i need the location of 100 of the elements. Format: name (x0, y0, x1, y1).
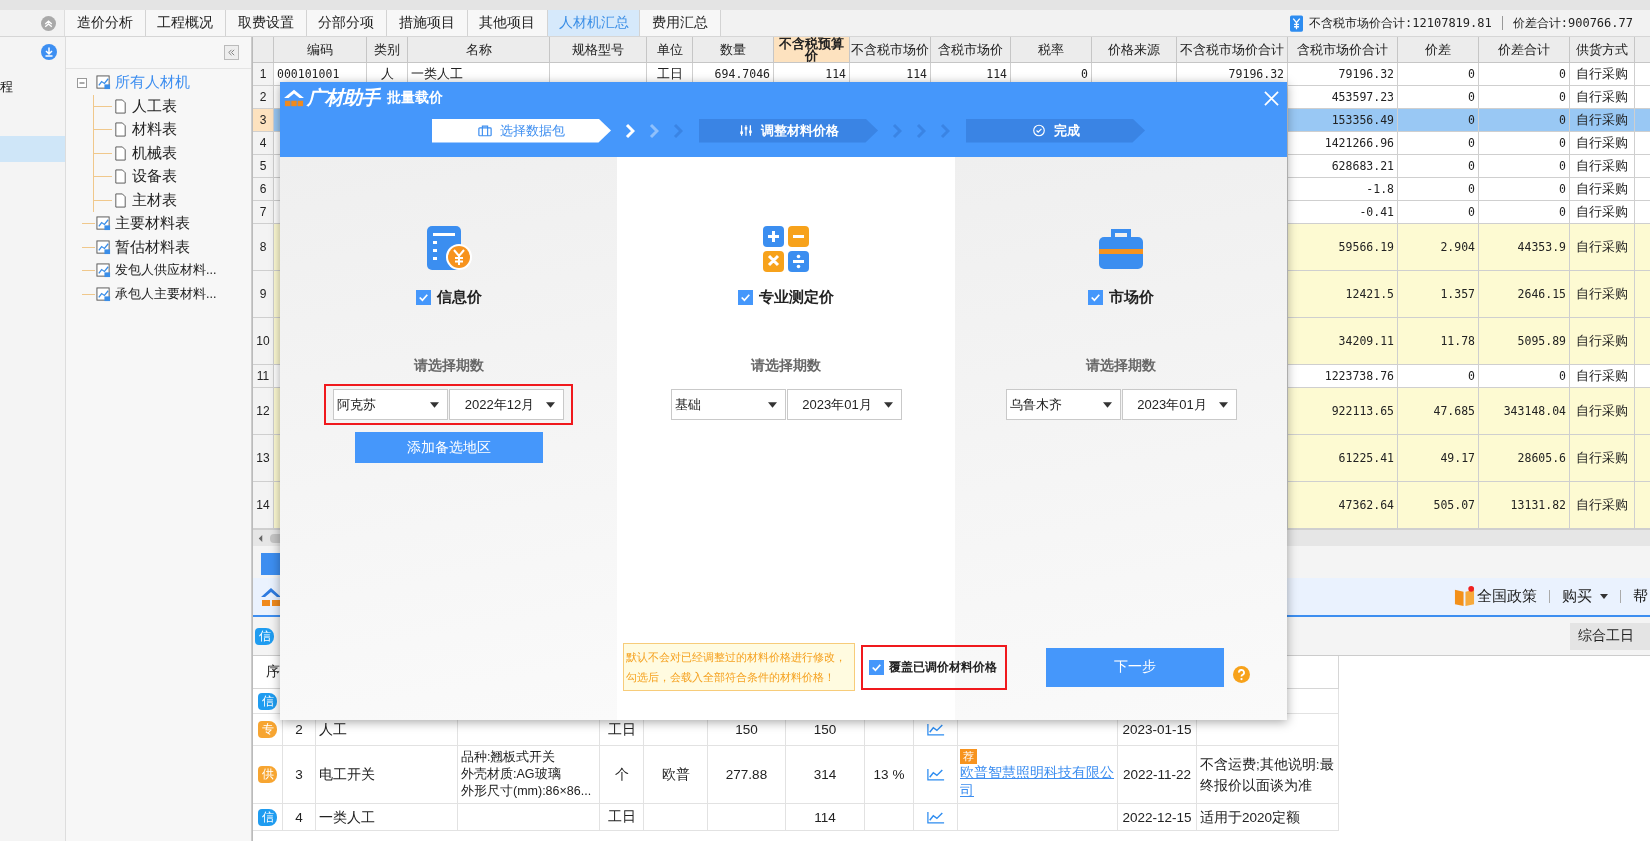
tree-item[interactable]: 机械表 (132, 143, 177, 163)
table-cell-text: 适用于2020定额 (1200, 808, 1301, 827)
table-cell-text: 一类人工 (319, 808, 375, 827)
buy-menu[interactable]: 购买 (1560, 587, 1610, 606)
tab[interactable]: 费用汇总 (640, 10, 721, 36)
period-dropdown[interactable]: 2022年12月 (449, 389, 564, 420)
region-dropdown[interactable]: 阿克苏 (333, 389, 448, 420)
row-number: 9 (253, 271, 274, 318)
row-number: 14 (253, 482, 274, 529)
column-header[interactable]: 规格型号 (550, 37, 647, 63)
document-icon (113, 169, 128, 185)
source-badge: 专 (258, 721, 277, 738)
tree-item[interactable]: 发包人供应材料... (115, 262, 217, 280)
table-cell: 277.88 (725, 767, 768, 782)
row-number: 6 (253, 178, 274, 201)
sidebar-item[interactable]: 程 (0, 75, 65, 99)
trend-chart-icon[interactable] (926, 768, 945, 781)
sliders-icon (738, 124, 753, 137)
column-header[interactable]: 编码 (274, 37, 367, 63)
document-icon (113, 192, 128, 208)
period-dropdown[interactable]: 2023年01月 (786, 389, 902, 420)
tab[interactable]: 取费设置 (226, 10, 307, 36)
help-icon[interactable] (1233, 665, 1250, 683)
tab[interactable]: 造价分析 (65, 10, 146, 36)
collapse-icon[interactable] (77, 77, 87, 88)
row-number: 10 (253, 318, 274, 365)
trend-chart-icon[interactable] (926, 810, 945, 824)
row-number: 3 (253, 109, 274, 132)
document-icon (113, 98, 128, 114)
tree-item[interactable]: 人工表 (132, 96, 177, 116)
column-header[interactable]: 数量 (693, 37, 774, 63)
checkbox[interactable] (1088, 289, 1103, 305)
column-header[interactable]: 类别 (367, 37, 408, 63)
column-header[interactable]: 不含税市场价合计 (1177, 37, 1288, 63)
row-number: 1 (253, 63, 274, 86)
table-cell: 4 (295, 809, 303, 825)
row-number: 11 (253, 365, 274, 388)
column-header[interactable]: 不含税市场价 (850, 37, 931, 63)
tree-item[interactable]: 设备表 (132, 167, 177, 187)
period-label: 请选择期数 (751, 357, 821, 375)
table-cell: 工日 (607, 808, 636, 826)
column-header[interactable]: 名称 (408, 37, 550, 63)
tree-item[interactable]: 承包人主要材料... (115, 285, 217, 303)
column-header[interactable]: 含税市场价 (931, 37, 1011, 63)
collapse-up-icon[interactable] (41, 15, 56, 31)
column-header[interactable]: 含税市场价合计 (1288, 37, 1398, 63)
tree-item[interactable]: 主要材料表 (115, 214, 190, 234)
checkbox[interactable] (738, 289, 753, 305)
scroll-left-icon[interactable] (257, 533, 264, 543)
checkbox[interactable] (415, 289, 431, 305)
table-cell-text: 不含运费;其他说明:最终报价以面谈为准 (1200, 755, 1335, 795)
table-cell: 个 (614, 765, 629, 784)
recommend-tag: 荐 (960, 749, 977, 764)
table-cell-text: 电工开关 (319, 766, 375, 784)
column-header[interactable]: 税率 (1011, 37, 1092, 63)
download-icon[interactable] (41, 44, 57, 60)
caret-icon (430, 401, 439, 408)
table-cell: 13 % (873, 767, 905, 782)
caret-icon (546, 401, 555, 408)
tab[interactable]: 工程概况 (145, 10, 226, 36)
briefcase-icon (478, 124, 492, 137)
table-cell: 2022-11-22 (1122, 767, 1192, 782)
book-icon (1454, 586, 1475, 607)
source-badge: 信 (255, 627, 274, 645)
tab[interactable]: 分部分项 (306, 10, 387, 36)
column-header[interactable]: 价差合计 (1479, 37, 1570, 63)
trend-chart-icon[interactable] (926, 723, 945, 736)
checkbox-label[interactable]: 覆盖已调价材料价格 (889, 658, 997, 676)
table-icon (96, 286, 111, 302)
table-cell: 2023-01-15 (1122, 722, 1192, 737)
table-cell: 114 (814, 809, 836, 825)
caret-icon (1102, 401, 1112, 408)
column-header[interactable]: 单位 (647, 37, 693, 63)
tab[interactable]: 其他项目 (467, 10, 548, 36)
column-header[interactable]: 不含税预算价 (774, 37, 850, 63)
column-header[interactable]: 价格来源 (1092, 37, 1177, 63)
region-dropdown[interactable]: 基础 (670, 389, 786, 420)
column-header[interactable]: 价差 (1398, 37, 1479, 63)
tab[interactable]: 措施项目 (387, 10, 468, 36)
column-header[interactable]: 供货方式 (1570, 37, 1635, 63)
region-dropdown[interactable]: 乌鲁木齐 (1005, 389, 1121, 420)
chevron-left-icon (227, 48, 236, 57)
table-cell-text: 人工 (319, 721, 347, 739)
tree-item[interactable]: 主材表 (132, 190, 177, 210)
source-badge: 信 (258, 692, 277, 710)
tree-item[interactable]: 暂估材料表 (115, 237, 190, 257)
table-cell: 150 (813, 722, 837, 737)
policy-button[interactable]: 全国政策 (1475, 587, 1539, 606)
wizard-step: 完成 (966, 118, 1145, 143)
close-icon[interactable] (1264, 90, 1279, 106)
caret-icon (883, 401, 893, 408)
row-number: 8 (253, 224, 274, 271)
filter-field[interactable]: 综合工日 (1570, 622, 1650, 650)
help-button[interactable]: 帮 (1631, 587, 1650, 606)
table-cell: 工日 (607, 720, 636, 739)
tree-item[interactable]: 材料表 (132, 120, 177, 140)
supplier-link[interactable]: 欧普智慧照明科技有限公司 (960, 764, 1115, 800)
period-dropdown[interactable]: 2023年01月 (1121, 389, 1237, 420)
collapse-button[interactable] (224, 45, 239, 60)
row-number: 13 (253, 435, 274, 482)
